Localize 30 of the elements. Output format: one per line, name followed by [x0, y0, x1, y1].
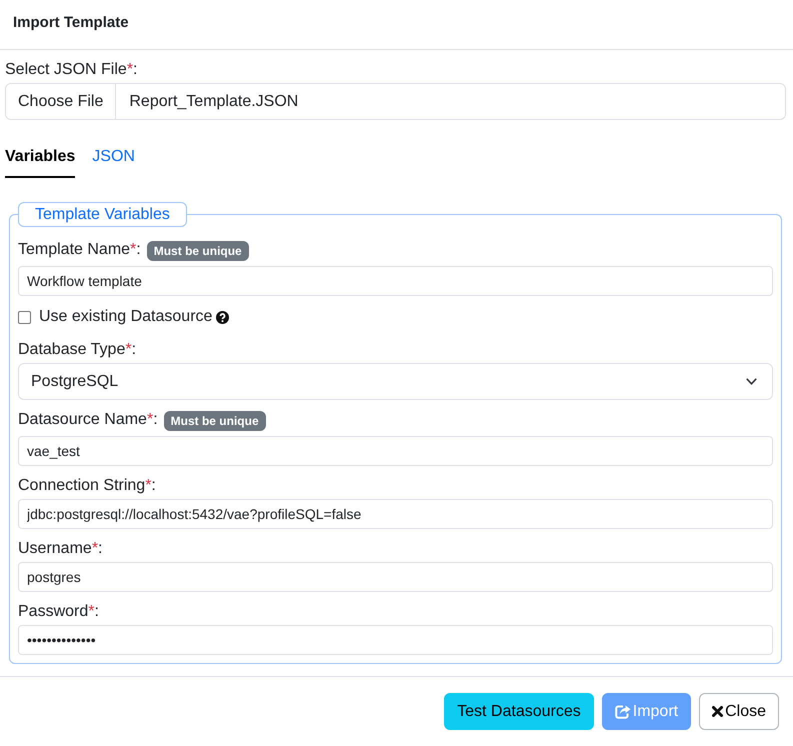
- share-icon: [614, 704, 631, 718]
- text-input[interactable]: Workflow template: [18, 266, 773, 296]
- chevron-down-icon: [746, 378, 757, 385]
- close-icon: [712, 706, 724, 717]
- help-icon: [216, 310, 230, 324]
- field-label: Username*:: [18, 539, 102, 559]
- hint-badge: Must be unique: [164, 411, 266, 431]
- file-input[interactable]: Choose File Report_Template.JSON: [5, 83, 786, 120]
- checkbox-label: Use existing Datasource: [39, 307, 212, 327]
- text-input[interactable]: vae_test: [18, 436, 773, 466]
- field-label: Connection String*:: [18, 476, 156, 496]
- group-legend: Template Variables: [18, 202, 187, 227]
- tab[interactable]: Variables: [5, 147, 76, 178]
- field-label: Datasource Name*:: [18, 410, 158, 430]
- field-label: Select JSON File*:: [5, 60, 138, 80]
- field-label: Database Type*:: [18, 340, 136, 360]
- test-datasources-button[interactable]: Test Datasources: [444, 693, 594, 730]
- file-name-text: Report_Template.JSON: [129, 92, 298, 112]
- text-input[interactable]: postgres: [18, 562, 773, 592]
- choose-file-button[interactable]: Choose File: [6, 84, 116, 119]
- hint-badge: Must be unique: [146, 241, 249, 261]
- checkbox[interactable]: [18, 310, 31, 324]
- field-label: Password*:: [18, 602, 99, 622]
- field-label: Template Name*:: [18, 240, 141, 260]
- password-input[interactable]: ••••••••••••••: [18, 625, 773, 655]
- close-button[interactable]: Close: [699, 693, 779, 730]
- dialog-title: Import Template: [13, 13, 129, 33]
- tab[interactable]: JSON: [92, 147, 135, 178]
- text-input[interactable]: jdbc:postgresql://localhost:5432/vae?profileSQL=false: [18, 499, 773, 529]
- select-field[interactable]: PostgreSQL: [18, 363, 773, 400]
